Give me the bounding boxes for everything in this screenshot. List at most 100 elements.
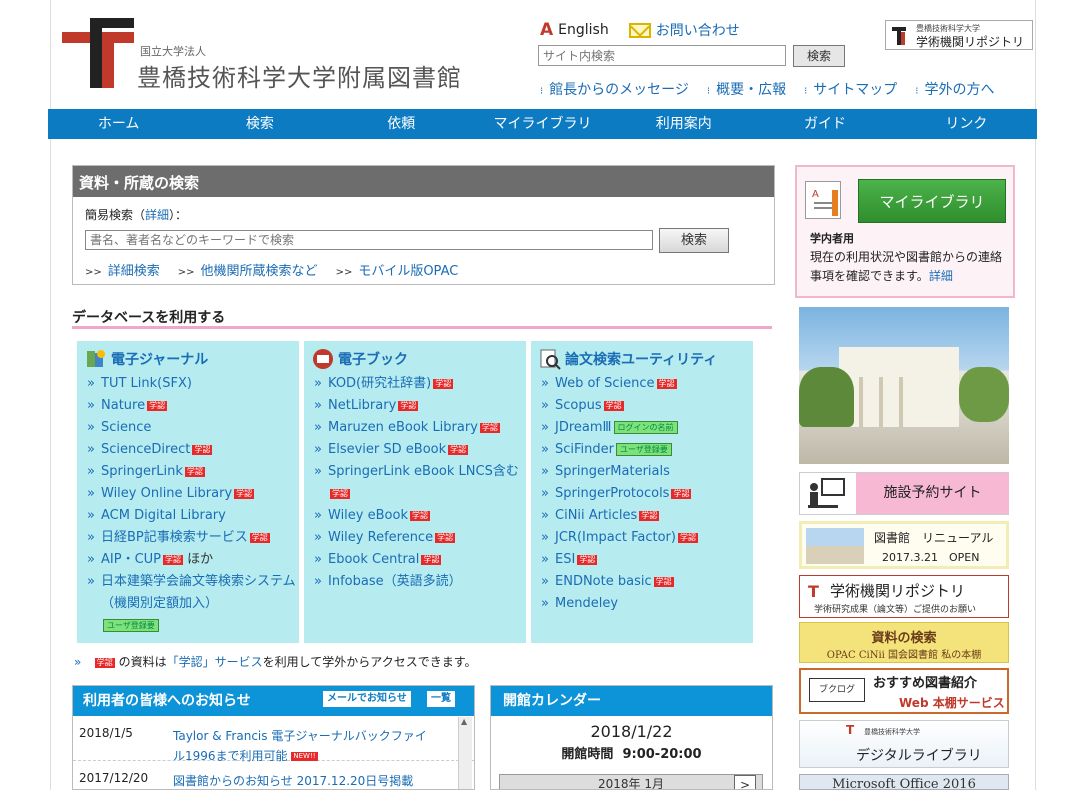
gakunin-badge: 学認 bbox=[163, 554, 183, 565]
detail-search-inline-link[interactable]: 詳細 bbox=[145, 208, 169, 222]
ebook-icon bbox=[312, 348, 334, 370]
mylibrary-book-icon: A bbox=[805, 181, 841, 219]
db-link[interactable]: JCR(Impact Factor)学認 bbox=[541, 527, 753, 549]
db-link[interactable]: Wiley Online Library学認 bbox=[87, 483, 299, 505]
nav-home[interactable]: ホーム bbox=[48, 109, 189, 139]
gakunin-badge: 学認 bbox=[409, 510, 430, 521]
booklog-icon: ブクログ bbox=[809, 678, 865, 702]
advanced-search-link[interactable]: >> 詳細検索 bbox=[85, 260, 160, 279]
nav-links[interactable]: リンク bbox=[896, 109, 1037, 139]
db-link[interactable]: SpringerMaterials bbox=[541, 461, 753, 483]
db-link[interactable]: TUT Link(SFX) bbox=[87, 373, 299, 395]
db-link[interactable]: NetLibrary学認 bbox=[314, 395, 526, 417]
facility-reservation-banner[interactable]: 施設予約サイト bbox=[799, 472, 1009, 515]
notice-item: 2017/12/20 図書館からのお知らせ 2017.12.20日号掲載 bbox=[73, 761, 474, 789]
db-link[interactable]: AIP・CUP学認 ほか bbox=[87, 549, 299, 571]
db-link[interactable]: Wiley Reference学認 bbox=[314, 527, 526, 549]
english-link[interactable]: A English bbox=[540, 20, 609, 40]
sub-link-external[interactable]: ⁝ 学外の方へ bbox=[915, 79, 994, 99]
contact-link[interactable]: お問い合わせ bbox=[628, 20, 740, 40]
calendar-month: 2018年 1月 > bbox=[499, 774, 763, 789]
db-link[interactable]: Elsevier SD eBook学認 bbox=[314, 439, 526, 461]
ejournal-title: 電子ジャーナル bbox=[111, 352, 209, 368]
repository-side-banner[interactable]: T 学術機関リポジトリ 学術研究成果（論文等）ご提供のお願い bbox=[799, 575, 1009, 618]
sub-link-overview[interactable]: ⁝ 概要・広報 bbox=[707, 79, 786, 99]
db-link[interactable]: Wiley eBook学認 bbox=[314, 505, 526, 527]
gakunin-badge: 学認 bbox=[671, 488, 692, 499]
sub-link-sitemap[interactable]: ⁝ サイトマップ bbox=[804, 79, 897, 99]
nav-request[interactable]: 依頼 bbox=[331, 109, 472, 139]
recommended-books-banner[interactable]: ブクログ おすすめ図書紹介 Web 本棚サービス bbox=[799, 668, 1009, 714]
repository-logo-icon bbox=[892, 27, 906, 45]
site-title[interactable]: 豊橋技術科学大学附属図書館 bbox=[137, 58, 462, 93]
db-link[interactable]: SpringerLink eBook LNCS含む学認 bbox=[314, 461, 526, 505]
db-link[interactable]: SpringerProtocols学認 bbox=[541, 483, 753, 505]
gakunin-badge: 学認 bbox=[639, 510, 660, 521]
nav-guide[interactable]: ガイド bbox=[754, 109, 895, 139]
nav-search[interactable]: 検索 bbox=[189, 109, 330, 139]
digital-library-banner[interactable]: T 豊橋技術科学大学 デジタルライブラリ bbox=[799, 720, 1009, 768]
db-link[interactable]: 日経BP記事検索サービス学認 bbox=[87, 527, 299, 549]
nav-guide-usage[interactable]: 利用案内 bbox=[613, 109, 754, 139]
db-link[interactable]: Nature学認 bbox=[87, 395, 299, 417]
calendar-next-button[interactable]: > bbox=[734, 775, 756, 789]
office-banner[interactable]: Microsoft Office 2016 bbox=[799, 774, 1009, 790]
ejournal-icon bbox=[85, 348, 107, 370]
facility-label: 施設予約サイト bbox=[856, 473, 1009, 514]
site-search-input[interactable] bbox=[538, 45, 786, 66]
svg-text:A: A bbox=[812, 189, 819, 200]
notice-link[interactable]: 図書館からのお知らせ 2017.12.20日号掲載 bbox=[173, 771, 433, 789]
db-link[interactable]: Ebook Central学認 bbox=[314, 549, 526, 571]
db-link[interactable]: Web of Science学認 bbox=[541, 373, 753, 395]
gakunin-badge: 学認 bbox=[448, 444, 469, 455]
mobile-opac-link[interactable]: >> モバイル版OPAC bbox=[336, 260, 459, 279]
calendar-title: 開館カレンダー bbox=[491, 686, 772, 716]
notices-list-button[interactable]: 一覧 bbox=[427, 691, 455, 707]
gakunin-badge: 学認 bbox=[677, 532, 698, 543]
db-link[interactable]: Mendeley bbox=[541, 593, 753, 615]
db-link[interactable]: Scopus学認 bbox=[541, 395, 753, 417]
db-link[interactable]: Maruzen eBook Library学認 bbox=[314, 417, 526, 439]
gakunin-service-link[interactable]: 「学認」サービス bbox=[167, 655, 263, 669]
db-link[interactable]: ESI学認 bbox=[541, 549, 753, 571]
contact-label: お問い合わせ bbox=[655, 23, 740, 39]
renewal-title: 図書館 リニューアル bbox=[874, 531, 994, 545]
db-link[interactable]: Science bbox=[87, 417, 299, 439]
gakunin-badge: 学認 bbox=[234, 488, 255, 499]
sub-link-message[interactable]: ⁝ 館長からのメッセージ bbox=[540, 79, 689, 99]
notices-scrollbar[interactable] bbox=[458, 717, 472, 789]
ejournal-column: 電子ジャーナル TUT Link(SFX) Nature学認 Science S… bbox=[77, 341, 299, 643]
db-link[interactable]: KOD(研究社辞書)学認 bbox=[314, 373, 526, 395]
magnifier-icon bbox=[539, 348, 561, 370]
repository-banner[interactable]: 豊橋技術科学大学 学術機関リポジトリ bbox=[885, 20, 1033, 50]
catalog-search-button[interactable]: 検索 bbox=[659, 228, 729, 253]
db-link[interactable]: SpringerLink学認 bbox=[87, 461, 299, 483]
notice-link[interactable]: Taylor & Francis 電子ジャーナルバックファイル1996まで利用可… bbox=[173, 726, 433, 766]
db-link[interactable]: CiNii Articles学認 bbox=[541, 505, 753, 527]
gakunin-badge: 学認 bbox=[479, 422, 500, 433]
db-link[interactable]: JDreamⅢログインの名前 bbox=[541, 417, 753, 439]
site-search-button[interactable]: 検索 bbox=[793, 45, 845, 67]
resource-search-banner[interactable]: 資料の検索 OPAC CiNii 国会図書館 私の本棚 bbox=[799, 622, 1009, 663]
mylibrary-button[interactable]: マイライブラリ bbox=[858, 179, 1006, 223]
nav-mylibrary[interactable]: マイライブラリ bbox=[472, 109, 613, 139]
university-logo[interactable] bbox=[62, 18, 134, 88]
gakunin-badge: 学認 bbox=[147, 400, 168, 411]
db-link[interactable]: ScienceDirect学認 bbox=[87, 439, 299, 461]
db-link[interactable]: ENDNote basic学認 bbox=[541, 571, 753, 593]
mylibrary-detail-link[interactable]: 詳細 bbox=[929, 269, 953, 283]
new-badge: NEW!! bbox=[291, 752, 318, 761]
other-holdings-link[interactable]: >> 他機関所蔵検索など bbox=[178, 260, 318, 279]
recommended-title: おすすめ図書紹介 bbox=[873, 676, 978, 691]
db-link[interactable]: Infobase（英語多読） bbox=[314, 571, 526, 593]
renewal-banner[interactable]: 図書館 リニューアル 2017.3.21 OPEN bbox=[799, 521, 1009, 569]
mail-notify-button[interactable]: メールでお知らせ bbox=[323, 691, 411, 707]
db-link[interactable]: SciFinderユーザ登録要 bbox=[541, 439, 753, 461]
sub-links: ⁝ 館長からのメッセージ ⁝ 概要・広報 ⁝ サイトマップ ⁝ 学外の方へ bbox=[540, 79, 994, 99]
db-link[interactable]: 日本建築学会論文等検索システム（機関別定額加入）ユーザ登録要 bbox=[87, 571, 299, 637]
gakunin-badge: 学認 bbox=[577, 554, 598, 565]
catalog-search-input[interactable] bbox=[85, 230, 653, 250]
gakunin-badge: 学認 bbox=[184, 466, 205, 477]
gakunin-badge: 学認 bbox=[433, 378, 454, 389]
db-link[interactable]: ACM Digital Library bbox=[87, 505, 299, 527]
